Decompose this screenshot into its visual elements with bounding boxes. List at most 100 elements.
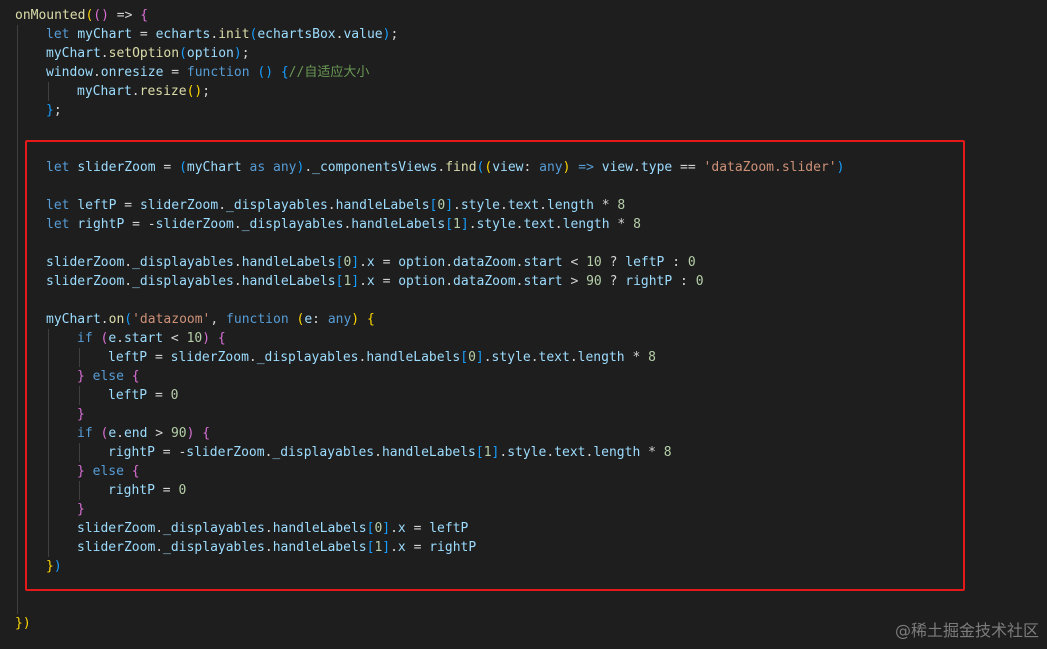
code-token: handleLabels: [351, 217, 446, 232]
code-token: .: [569, 350, 578, 365]
code-token: .: [92, 65, 101, 80]
code-token: {: [131, 369, 140, 384]
code-token: (: [124, 312, 133, 327]
code-token: {: [366, 312, 375, 327]
code-token: =>: [108, 8, 141, 23]
code-token: ): [202, 331, 211, 346]
code-token: .: [116, 426, 124, 441]
code-token: option: [398, 255, 446, 270]
code-token: =: [154, 483, 179, 498]
code-token: style: [476, 217, 516, 232]
code-token: style: [460, 198, 500, 213]
code-token: x: [397, 540, 406, 555]
code-token: ): [22, 616, 31, 631]
code-line: rightP = -sliderZoom._displayables.handl…: [108, 443, 672, 462]
code-token: myChart: [46, 46, 101, 61]
code-line: let leftP = sliderZoom._displayables.han…: [46, 196, 625, 215]
code-token: ;: [202, 84, 211, 99]
code-token: let: [46, 217, 70, 232]
code-token: handleLabels: [366, 350, 461, 365]
code-token: length: [577, 350, 625, 365]
code-line: let rightP = -sliderZoom._displayables.h…: [46, 215, 641, 234]
code-token: *: [640, 445, 664, 460]
code-editor[interactable]: onMounted(() => {let myChart = echarts.i…: [0, 0, 1047, 649]
code-token: =: [132, 27, 156, 42]
code-token: _displayables: [163, 540, 265, 555]
indent-guide: [79, 481, 80, 500]
code-line: if (e.end > 90) {: [77, 424, 210, 443]
code-token: .: [539, 198, 547, 213]
code-token: rightP: [77, 217, 125, 232]
code-token: .: [233, 255, 242, 270]
code-token: else: [92, 369, 124, 384]
code-token: .: [264, 521, 273, 536]
indent-guide: [79, 386, 80, 405]
code-token: sliderZoom: [77, 540, 156, 555]
code-token: 90: [170, 426, 187, 441]
indent-guide: [79, 348, 80, 367]
code-token: ]: [445, 198, 454, 213]
code-token: init: [218, 27, 250, 42]
code-token: ;: [53, 103, 62, 118]
code-token: handleLabels: [272, 540, 367, 555]
code-line: myChart.on('datazoom', function (e: any)…: [46, 310, 375, 329]
code-token: sliderZoom: [155, 217, 234, 232]
code-token: .: [468, 217, 477, 232]
code-token: *: [624, 350, 649, 365]
code-token: <: [562, 255, 587, 270]
indent-guide: [48, 82, 49, 101]
code-line: }: [77, 405, 85, 424]
code-token: option: [186, 46, 234, 61]
code-token: (: [484, 160, 493, 175]
code-token: e: [304, 312, 313, 327]
code-token: ;: [241, 46, 250, 61]
code-token: sliderZoom: [46, 274, 125, 289]
code-token: ): [265, 65, 274, 80]
code-line: } else {: [77, 367, 140, 386]
code-token: :: [523, 160, 540, 175]
code-token: function: [226, 312, 289, 327]
code-token: 8: [617, 198, 626, 213]
code-token: .: [100, 312, 109, 327]
code-token: 0: [170, 388, 179, 403]
code-token: sliderZoom: [46, 255, 125, 270]
code-token: [: [460, 350, 469, 365]
code-token: ]: [382, 540, 391, 555]
code-line: leftP = sliderZoom._displayables.handleL…: [108, 348, 656, 367]
code-token: rightP: [625, 274, 673, 289]
code-token: 90: [586, 274, 602, 289]
code-line: sliderZoom._displayables.handleLabels[0]…: [46, 253, 696, 272]
code-line: leftP = 0: [108, 386, 178, 405]
code-token: =>: [578, 160, 594, 175]
code-token: sliderZoom: [77, 521, 156, 536]
code-token: ): [836, 160, 845, 175]
code-token: >: [147, 426, 171, 441]
code-token: handleLabels: [241, 255, 336, 270]
code-line: };: [46, 101, 62, 120]
code-token: (: [179, 46, 187, 61]
code-token: }: [15, 616, 23, 631]
code-token: onresize: [100, 65, 164, 80]
watermark: @稀土掘金技术社区: [894, 621, 1039, 640]
code-token: _displayables: [272, 445, 375, 460]
code-token: else: [92, 464, 124, 479]
code-token: handleLabels: [241, 274, 336, 289]
code-token: e: [108, 426, 117, 441]
code-token: _displayables: [256, 350, 359, 365]
code-token: 10: [186, 331, 203, 346]
code-token: length: [593, 445, 641, 460]
code-token: onMounted: [15, 8, 86, 23]
code-token: as: [249, 160, 266, 175]
code-line: myChart.setOption(option);: [46, 44, 250, 63]
code-token: let: [46, 198, 70, 213]
code-token: =: [147, 388, 171, 403]
code-token: 0: [695, 274, 704, 289]
code-token: text: [523, 217, 555, 232]
code-token: text: [554, 445, 586, 460]
code-token: }: [77, 464, 85, 479]
